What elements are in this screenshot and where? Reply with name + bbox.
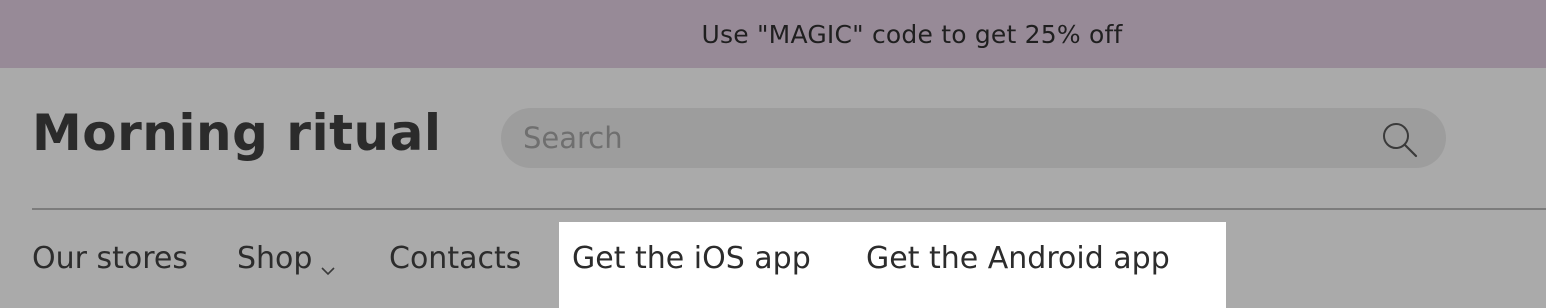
nav-item-android-app[interactable]: Get the Android app xyxy=(866,215,1170,301)
site-logo[interactable]: Morning ritual xyxy=(32,108,441,158)
nav-item-shop[interactable]: Shop xyxy=(237,215,336,301)
promo-banner: Use "MAGIC" code to get 25% off xyxy=(0,0,1546,68)
nav-item-label: Our stores xyxy=(32,240,189,276)
nav-item-contacts[interactable]: Contacts xyxy=(389,215,521,301)
search-icon[interactable] xyxy=(1381,121,1419,159)
nav-item-label: Contacts xyxy=(389,240,522,276)
nav-item-label: Get the iOS app xyxy=(572,240,811,276)
search-bar xyxy=(501,108,1446,168)
promo-text: Use "MAGIC" code to get 25% off xyxy=(701,19,1123,49)
main-nav: Our stores Shop Contacts Get the iOS app… xyxy=(0,210,1546,308)
site-header: Morning ritual xyxy=(0,68,1546,208)
nav-item-ios-app[interactable]: Get the iOS app xyxy=(572,215,811,301)
search-input[interactable] xyxy=(523,108,1343,168)
nav-item-our-stores[interactable]: Our stores xyxy=(32,215,188,301)
nav-item-label: Shop xyxy=(237,240,313,276)
nav-item-label: Get the Android app xyxy=(866,240,1170,276)
chevron-down-icon xyxy=(320,252,336,276)
